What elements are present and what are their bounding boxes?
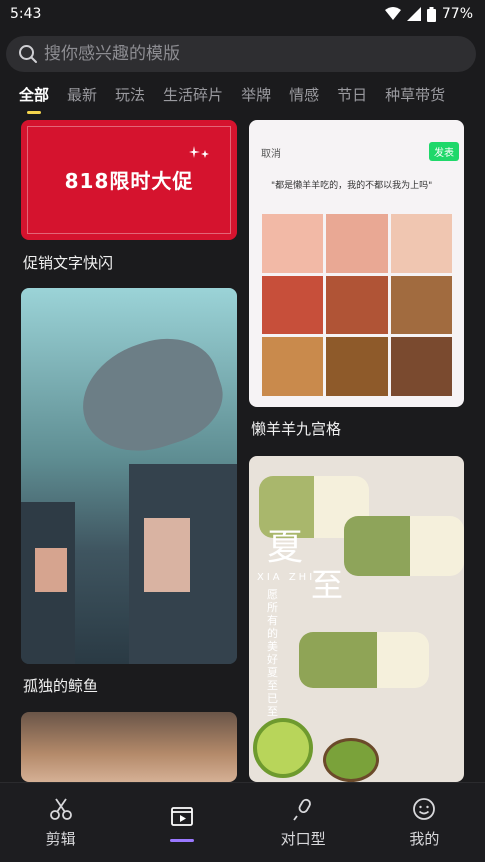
- template-card-summer[interactable]: 夏 至 XIA ZHI 愿所有的美好夏至已至: [249, 456, 464, 782]
- grid-cell: [262, 337, 324, 396]
- summer-subtitle: XIA ZHI: [257, 572, 316, 583]
- summer-big-char: 至: [311, 566, 344, 604]
- nav-edit-label: 剪辑: [45, 830, 76, 848]
- grid-cell: [262, 214, 324, 273]
- tab-all[interactable]: 全部: [10, 80, 58, 112]
- tab-emotion[interactable]: 情感: [280, 80, 328, 112]
- bottom-navigation: 剪辑 对口型 我的: [0, 782, 485, 862]
- nav-profile-label: 我的: [409, 830, 440, 848]
- scissors-icon: [49, 798, 72, 820]
- nav-edit[interactable]: 剪辑: [0, 783, 121, 862]
- template-film-icon: [170, 807, 193, 826]
- template-title: 孤独的鲸鱼: [23, 677, 99, 695]
- template-card-promo[interactable]: 818限时大促: [21, 120, 237, 240]
- nav-active-indicator: [169, 839, 194, 842]
- grid-cell: [390, 214, 452, 273]
- category-tabs: 全部 最新 玩法 生活碎片 举牌 情感 节日 种草带货: [0, 80, 485, 112]
- template-card-portrait[interactable]: [21, 712, 237, 782]
- sparkle-icon: [189, 146, 209, 158]
- tab-life[interactable]: 生活碎片: [154, 80, 232, 112]
- cancel-label: 取消: [261, 149, 281, 160]
- publish-button: 发表: [429, 142, 459, 161]
- nav-templates[interactable]: [121, 783, 242, 862]
- nav-lip-sync[interactable]: 对口型: [243, 783, 364, 862]
- nav-profile[interactable]: 我的: [364, 783, 485, 862]
- summer-big-char: 夏: [267, 527, 304, 568]
- grid-cell: [326, 275, 388, 335]
- search-icon: [19, 45, 37, 63]
- wifi-icon: [384, 7, 401, 20]
- tab-latest[interactable]: 最新: [58, 80, 106, 112]
- grid-cell: [326, 337, 388, 396]
- tab-festival[interactable]: 节日: [328, 80, 376, 112]
- kiwi-slice: [323, 738, 379, 782]
- grid-cell: [326, 214, 388, 273]
- template-card-grid[interactable]: 取消 发表 "都是懒羊羊吃的，我的不都以我为上吗": [249, 120, 464, 407]
- battery-level: 77%: [441, 6, 473, 22]
- signal-icon: [406, 7, 421, 21]
- promo-banner-text: 818限时大促: [64, 169, 194, 193]
- battery-icon: [426, 6, 436, 22]
- portrait-screen: [35, 548, 67, 592]
- template-title: 懒羊羊九宫格: [251, 420, 342, 438]
- whale-shape: [68, 323, 234, 468]
- microphone-icon: [293, 798, 312, 821]
- status-icons: 77%: [384, 6, 473, 22]
- lime-slice: [253, 718, 313, 778]
- nav-lip-sync-label: 对口型: [280, 830, 326, 848]
- status-bar: 5:43 77%: [0, 0, 485, 28]
- portrait-screen: [144, 518, 190, 592]
- grid-cell: [390, 337, 452, 396]
- tab-sign[interactable]: 举牌: [232, 80, 280, 112]
- template-card-whale[interactable]: [21, 288, 237, 664]
- template-title: 促销文字快闪: [23, 254, 114, 272]
- grid-cell: [390, 275, 452, 335]
- search-bar[interactable]: [6, 36, 476, 72]
- grid-caption: "都是懒羊羊吃的，我的不都以我为上吗": [271, 181, 433, 191]
- smiley-icon: [413, 798, 436, 820]
- grid-cell: [262, 275, 324, 335]
- summer-poem: 愿所有的美好夏至已至: [267, 588, 278, 718]
- nine-grid: [262, 214, 452, 396]
- tab-gameplay[interactable]: 玩法: [106, 80, 154, 112]
- template-feed: 818限时大促 促销文字快闪 取消 发表 "都是懒羊羊吃的，我的不都以我为上吗"…: [0, 112, 485, 782]
- status-time: 5:43: [10, 6, 42, 22]
- tab-product[interactable]: 种草带货: [376, 80, 454, 112]
- search-input[interactable]: [44, 44, 444, 64]
- popsicle: [299, 632, 429, 688]
- popsicle: [344, 516, 464, 576]
